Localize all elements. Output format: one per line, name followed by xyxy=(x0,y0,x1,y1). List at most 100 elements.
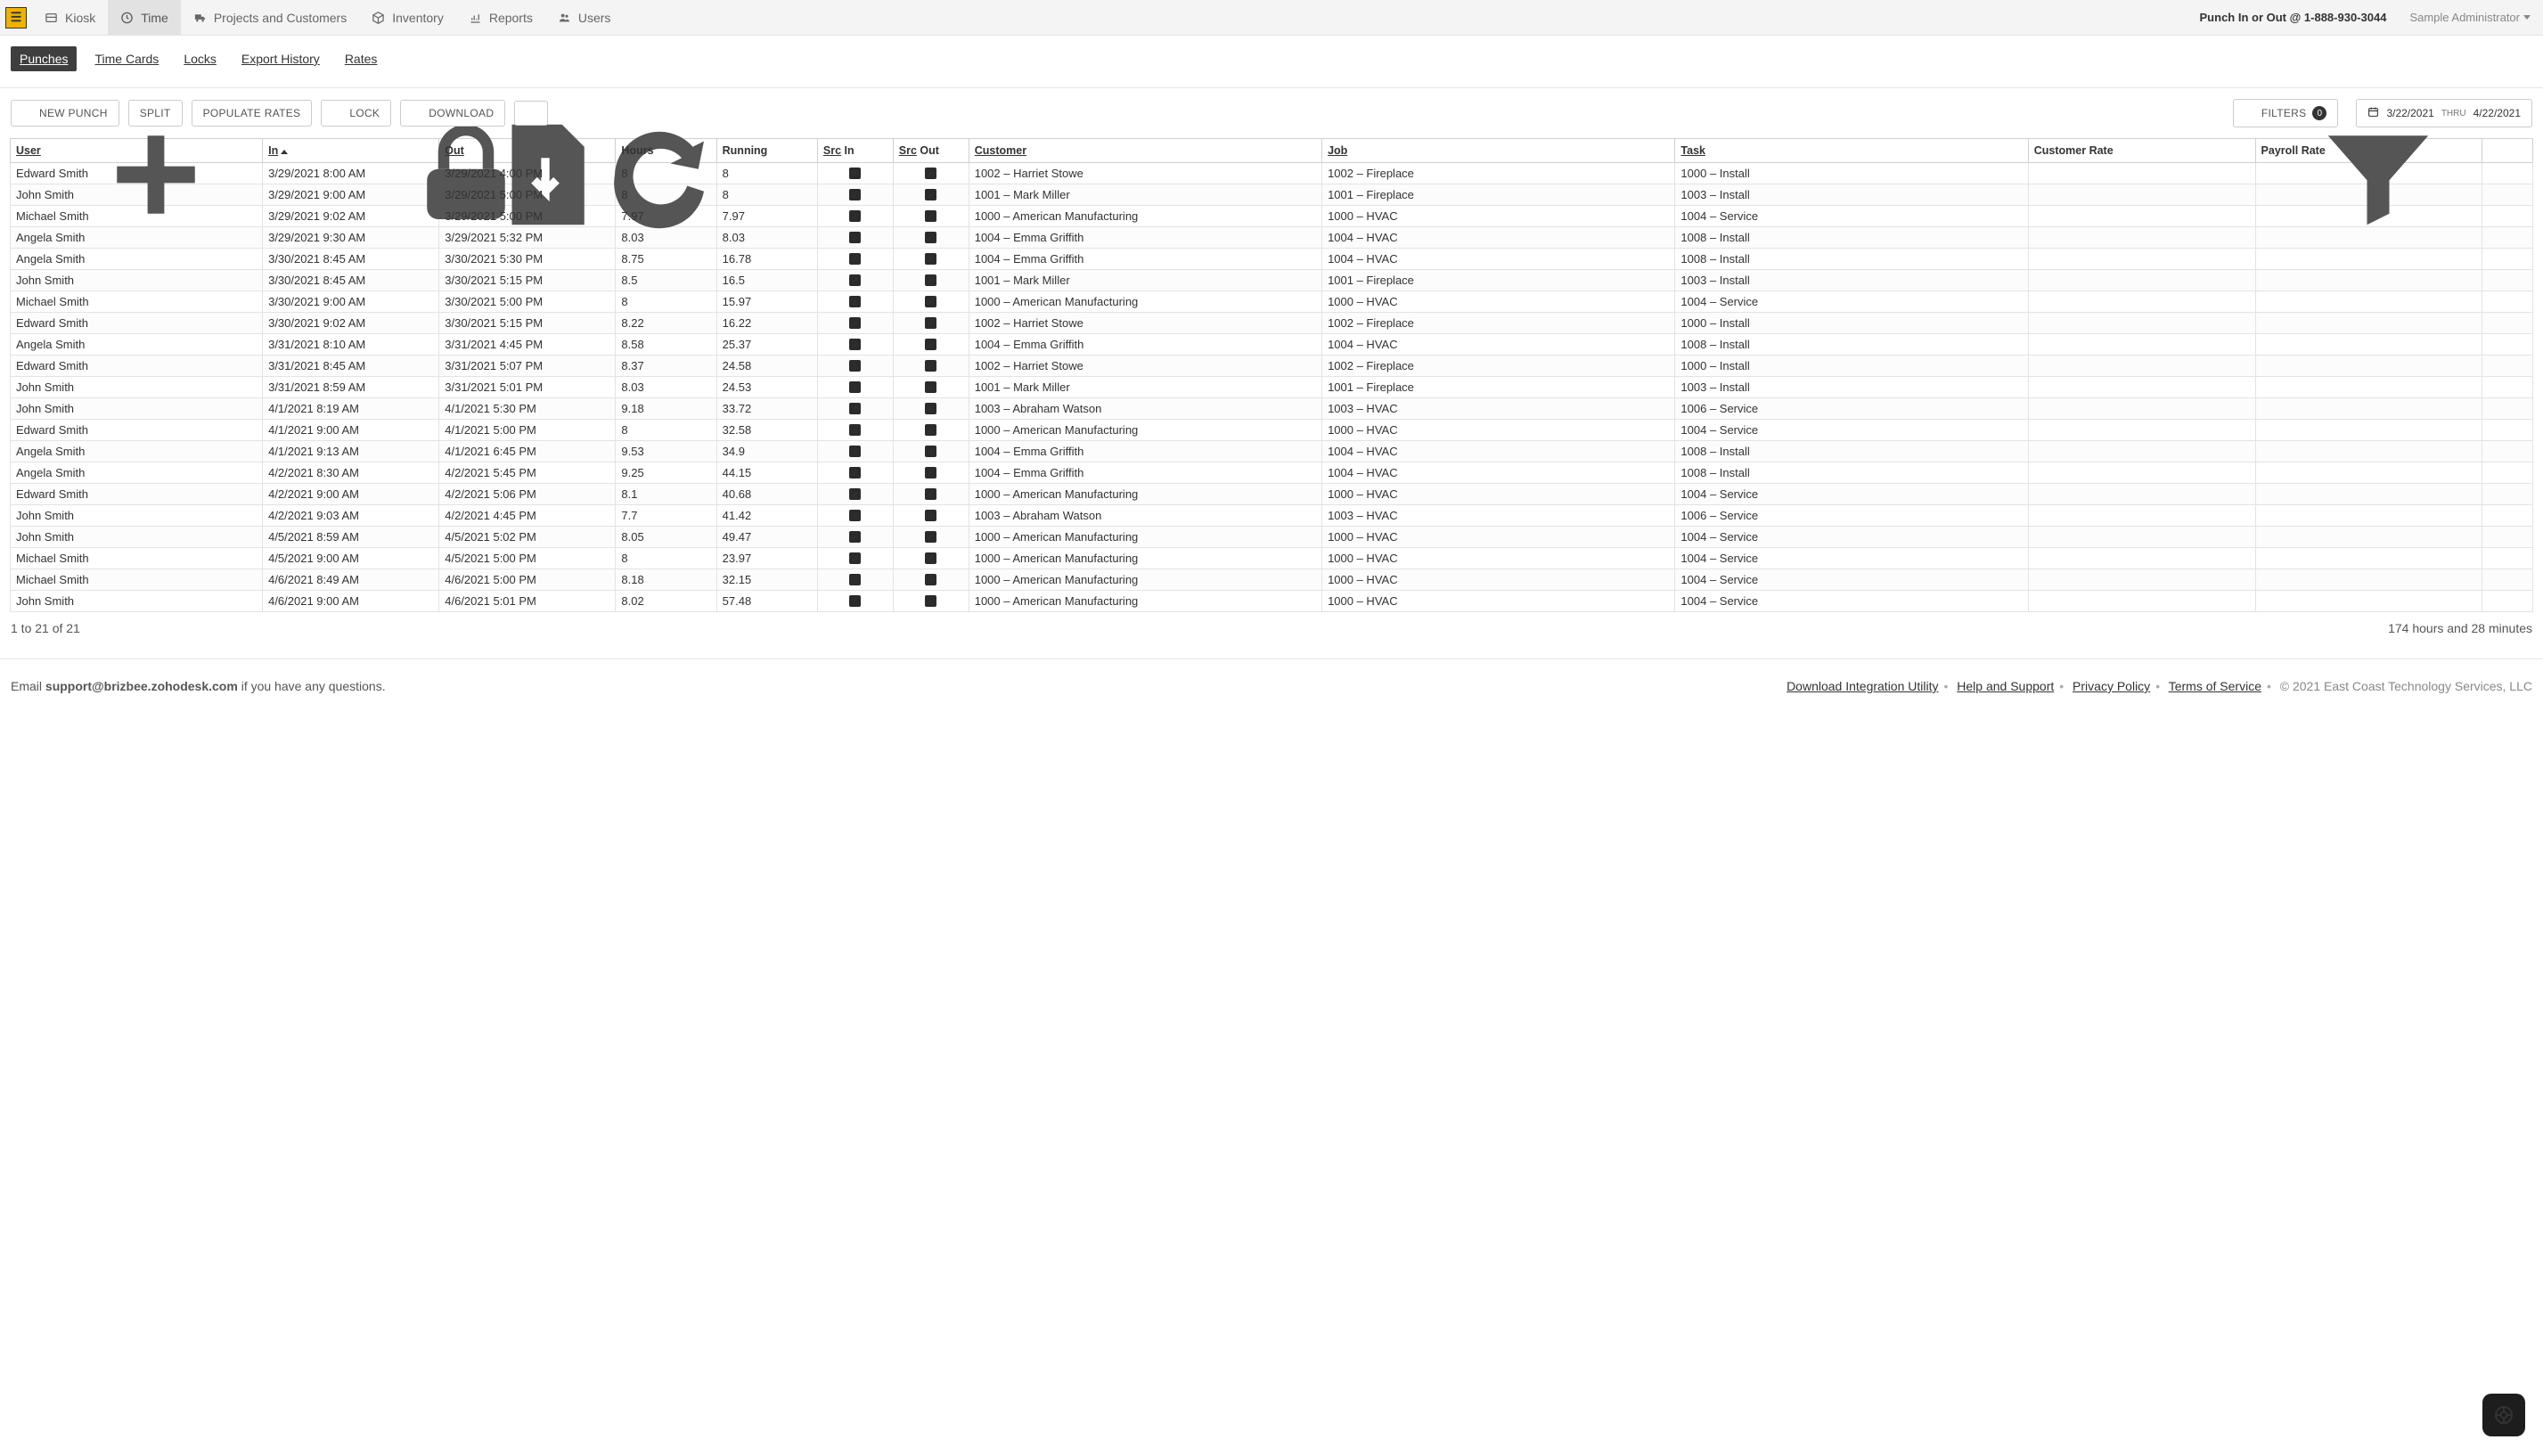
col-src-in[interactable]: Src In xyxy=(817,139,893,163)
footer-privacy[interactable]: Privacy Policy xyxy=(2073,679,2150,693)
nav-kiosk[interactable]: Kiosk xyxy=(32,0,108,35)
cell-src-in xyxy=(817,313,893,334)
table-row[interactable]: Edward Smith3/30/2021 9:02 AM3/30/2021 5… xyxy=(11,313,2533,334)
cell-user: Michael Smith xyxy=(11,291,263,313)
subnav-locks[interactable]: Locks xyxy=(184,52,217,71)
col-src-out[interactable]: Src Out xyxy=(893,139,969,163)
table-row[interactable]: Michael Smith4/6/2021 8:49 AM4/6/2021 5:… xyxy=(11,569,2533,591)
cell-user: John Smith xyxy=(11,377,263,398)
pencil-icon xyxy=(925,253,936,265)
cell-out: 4/5/2021 5:02 PM xyxy=(439,527,616,548)
current-user-menu[interactable]: Sample Administrator xyxy=(2399,11,2536,24)
cell-in: 3/31/2021 8:45 AM xyxy=(263,356,439,377)
subnav-punches[interactable]: Punches xyxy=(11,46,77,71)
table-row[interactable]: Angela Smith4/2/2021 8:30 AM4/2/2021 5:4… xyxy=(11,462,2533,484)
subnav-time-cards[interactable]: Time Cards xyxy=(94,52,159,71)
nav-time[interactable]: Time xyxy=(108,0,181,35)
date-range-picker[interactable]: 3/22/2021 THRU 4/22/2021 xyxy=(2356,99,2532,127)
table-row[interactable]: Michael Smith4/5/2021 9:00 AM4/5/2021 5:… xyxy=(11,548,2533,569)
cell-customer: 1000 – American Manufacturing xyxy=(969,569,1321,591)
grid-totals-text: 174 hours and 28 minutes xyxy=(2388,621,2532,635)
subnav-rates[interactable]: Rates xyxy=(345,52,378,71)
pencil-icon xyxy=(849,467,861,479)
cell-user: Angela Smith xyxy=(11,441,263,462)
cell-running: 49.47 xyxy=(716,527,817,548)
nav-reports[interactable]: Reports xyxy=(456,0,545,35)
table-row[interactable]: Angela Smith4/1/2021 9:13 AM4/1/2021 6:4… xyxy=(11,441,2533,462)
cell-customer: 1004 – Emma Griffith xyxy=(969,227,1321,249)
cell-running: 32.58 xyxy=(716,420,817,441)
col-job[interactable]: Job xyxy=(1322,139,1675,163)
cell-customer-rate xyxy=(2028,334,2255,356)
cell-user: John Smith xyxy=(11,398,263,420)
cell-src-in xyxy=(817,441,893,462)
pencil-icon xyxy=(849,232,861,243)
cell-src-out xyxy=(893,377,969,398)
footer-download-util[interactable]: Download Integration Utility xyxy=(1787,679,1938,693)
table-row[interactable]: Edward Smith4/2/2021 9:00 AM4/2/2021 5:0… xyxy=(11,484,2533,505)
pencil-icon xyxy=(925,467,936,479)
users-icon xyxy=(558,11,571,24)
cell-in: 3/31/2021 8:59 AM xyxy=(263,377,439,398)
cell-job: 1002 – Fireplace xyxy=(1322,356,1675,377)
cell-src-in xyxy=(817,206,893,227)
cell-customer: 1002 – Harriet Stowe xyxy=(969,313,1321,334)
table-row[interactable]: Edward Smith4/1/2021 9:00 AM4/1/2021 5:0… xyxy=(11,420,2533,441)
cell-src-in xyxy=(817,377,893,398)
pencil-icon xyxy=(849,360,861,372)
funnel-icon xyxy=(2245,108,2255,119)
cell-user: Michael Smith xyxy=(11,548,263,569)
cell-task: 1004 – Service xyxy=(1675,206,2028,227)
nav-projects[interactable]: Projects and Customers xyxy=(181,0,359,35)
table-row[interactable]: Michael Smith3/30/2021 9:00 AM3/30/2021 … xyxy=(11,291,2533,313)
table-row[interactable]: John Smith4/6/2021 9:00 AM4/6/2021 5:01 … xyxy=(11,591,2533,612)
lock-button[interactable]: LOCK xyxy=(321,100,391,127)
clock-icon xyxy=(120,11,134,24)
nav-inventory[interactable]: Inventory xyxy=(359,0,456,35)
plus-icon xyxy=(22,108,33,119)
footer-help-support[interactable]: Help and Support xyxy=(1957,679,2054,693)
box-icon xyxy=(372,11,385,24)
split-button[interactable]: SPLIT xyxy=(128,100,183,127)
refresh-button[interactable] xyxy=(514,101,548,126)
table-row[interactable]: John Smith4/1/2021 8:19 AM4/1/2021 5:30 … xyxy=(11,398,2533,420)
cell-user: John Smith xyxy=(11,270,263,291)
cell-in: 4/5/2021 9:00 AM xyxy=(263,548,439,569)
table-row[interactable]: John Smith4/2/2021 9:03 AM4/2/2021 4:45 … xyxy=(11,505,2533,527)
cell-hours: 8.37 xyxy=(616,356,716,377)
footer-terms[interactable]: Terms of Service xyxy=(2169,679,2261,693)
cell-out: 4/1/2021 5:30 PM xyxy=(439,398,616,420)
col-customer-rate[interactable]: Customer Rate xyxy=(2028,139,2255,163)
table-row[interactable]: Edward Smith3/31/2021 8:45 AM3/31/2021 5… xyxy=(11,356,2533,377)
top-nav: ☰ Kiosk Time Projects and Customers Inve… xyxy=(0,0,2543,36)
pencil-icon xyxy=(849,531,861,543)
nav-users[interactable]: Users xyxy=(545,0,624,35)
app-logo[interactable]: ☰ xyxy=(5,7,27,29)
cell-in: 3/30/2021 9:02 AM xyxy=(263,313,439,334)
table-row[interactable]: Angela Smith3/30/2021 8:45 AM3/30/2021 5… xyxy=(11,249,2533,270)
col-task[interactable]: Task xyxy=(1675,139,2028,163)
cell-customer: 1000 – American Manufacturing xyxy=(969,291,1321,313)
table-row[interactable]: John Smith3/30/2021 8:45 AM3/30/2021 5:1… xyxy=(11,270,2533,291)
table-row[interactable]: John Smith4/5/2021 8:59 AM4/5/2021 5:02 … xyxy=(11,527,2533,548)
download-button[interactable]: DOWNLOAD xyxy=(400,100,505,127)
cell-customer-rate xyxy=(2028,206,2255,227)
table-row[interactable]: Angela Smith3/31/2021 8:10 AM3/31/2021 4… xyxy=(11,334,2533,356)
pencil-icon xyxy=(925,168,936,179)
col-customer[interactable]: Customer xyxy=(969,139,1321,163)
table-row[interactable]: John Smith3/31/2021 8:59 AM3/31/2021 5:0… xyxy=(11,377,2533,398)
cell-customer-rate xyxy=(2028,591,2255,612)
cell-customer-rate xyxy=(2028,249,2255,270)
new-punch-button[interactable]: NEW PUNCH xyxy=(11,100,119,127)
cell-tail xyxy=(2482,548,2533,569)
cell-job: 1000 – HVAC xyxy=(1322,591,1675,612)
help-fab-button[interactable] xyxy=(2482,1394,2525,1436)
cell-hours: 8.5 xyxy=(616,270,716,291)
cell-src-out xyxy=(893,291,969,313)
cell-hours: 8.58 xyxy=(616,334,716,356)
subnav-export-history[interactable]: Export History xyxy=(241,52,320,71)
cell-user: John Smith xyxy=(11,527,263,548)
cell-customer-rate xyxy=(2028,548,2255,569)
filters-button[interactable]: FILTERS 0 xyxy=(2233,99,2339,127)
populate-rates-button[interactable]: POPULATE RATES xyxy=(192,100,313,127)
